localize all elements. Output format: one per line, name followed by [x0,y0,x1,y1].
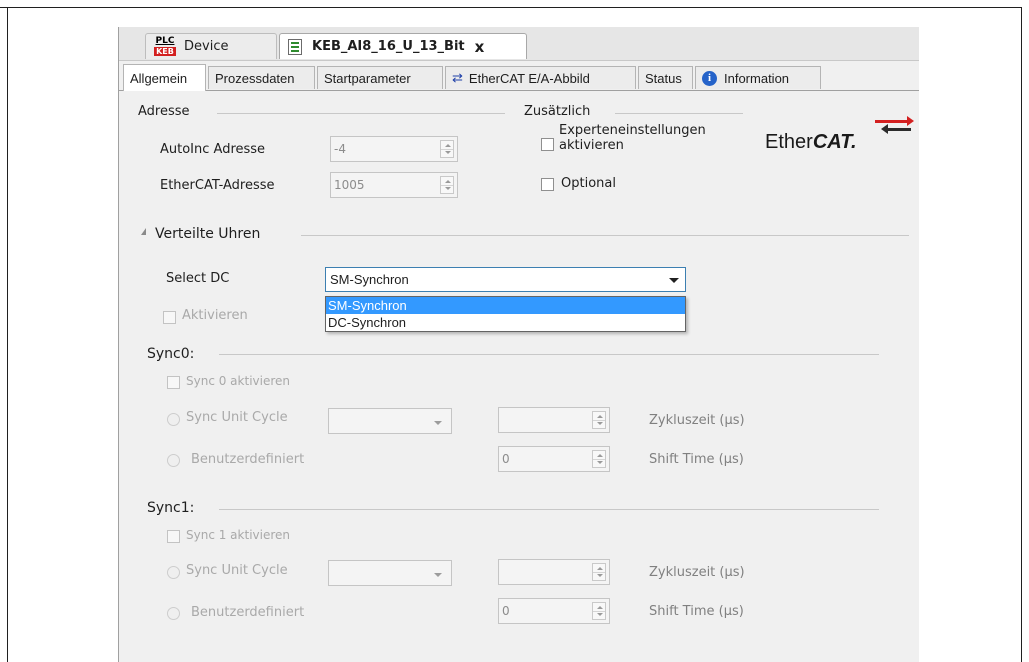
document-tab-bar: PLC KEB Device KEB_AI8_16_U_13_Bit x [119,27,919,61]
frame-left-border [7,7,8,662]
tab-prozessdaten-label: Prozessdaten [215,70,295,86]
tab-information[interactable]: i Information [695,66,821,89]
tab-information-label: Information [724,70,790,86]
ethercat-address-value: 1005 [334,178,365,192]
tab-allgemein[interactable]: Allgemein [123,64,206,91]
frame-right-border [1021,7,1022,662]
expert-settings-checkbox[interactable] [541,138,554,151]
collapse-triangle-icon[interactable] [141,228,146,235]
sync1-shift-time-field[interactable]: 0 [498,598,610,624]
sync0-unit-cycle-radio[interactable] [167,413,180,426]
plc-icon: PLC KEB [154,35,176,56]
additional-group-title: Zusätzlich [524,104,591,119]
bidirectional-arrows-icon: ⇄ [452,70,463,85]
dropdown-option-sm-synchron[interactable]: SM-Synchron [326,297,685,314]
dc-activate-label: Aktivieren [182,308,248,323]
sync1-cycle-time-label: Zykluszeit (µs) [649,565,745,580]
sync1-shift-time-label: Shift Time (µs) [649,604,744,619]
expert-settings-label: Experteneinstellungen aktivieren [559,123,706,153]
editor-tab-bar: Allgemein Prozessdaten Startparameter ⇄ … [119,64,919,91]
doc-tab-device-label: Device [184,39,229,54]
additional-group-line [615,113,743,114]
tab-prozessdaten[interactable]: Prozessdaten [208,66,315,89]
dc-activate-checkbox[interactable] [163,311,176,324]
device-document-icon [288,38,302,55]
chevron-down-icon[interactable] [669,278,679,283]
sync1-activate-checkbox[interactable] [167,530,180,543]
ethercat-logo: EtherCAT. [765,131,857,154]
ethercat-address-field[interactable]: 1005 [330,172,458,198]
autoinc-spin-buttons[interactable] [440,140,454,158]
select-dc-label: Select DC [166,271,230,286]
sync0-shift-time-label: Shift Time (µs) [649,452,744,467]
distributed-clocks-title: Verteilte Uhren [155,226,261,242]
sync1-user-defined-radio[interactable] [167,607,180,620]
tab-allgemein-label: Allgemein [130,70,188,86]
close-icon[interactable]: x [475,38,485,56]
frame-top-border [0,7,1022,8]
sync0-user-defined-label: Benutzerdefiniert [191,452,305,467]
address-group-line [217,113,505,114]
sync1-title: Sync1: [147,500,195,516]
sync0-unit-cycle-label: Sync Unit Cycle [186,410,288,425]
sync0-title: Sync0: [147,346,195,362]
ethercat-logo-arrow-right [875,116,914,126]
autoinc-address-field[interactable]: -4 [330,136,458,162]
sync0-group-line [219,354,879,355]
ethercat-address-label: EtherCAT-Adresse [160,178,275,193]
select-dc-combobox[interactable]: SM-Synchron [325,267,686,292]
sync1-cycle-time-spin-buttons[interactable] [592,563,606,581]
select-dc-dropdown-list: SM-Synchron DC-Synchron [325,296,686,332]
tab-status-label: Status [645,70,682,86]
tab-startparameter[interactable]: Startparameter [317,66,443,89]
sync1-shift-time-spin-buttons[interactable] [592,602,606,620]
expert-settings-label-line-1: Experteneinstellungen [559,123,706,138]
ethercat-spin-buttons[interactable] [440,176,454,194]
sync0-shift-time-spin-buttons[interactable] [592,450,606,468]
sync0-activate-checkbox[interactable] [167,376,180,389]
select-dc-value: SM-Synchron [330,272,409,287]
info-icon: i [702,70,717,86]
autoinc-address-value: -4 [334,142,346,156]
sync1-shift-time-value: 0 [502,604,510,618]
sync0-unit-cycle-combobox[interactable] [328,408,452,434]
doc-tab-device[interactable]: PLC KEB Device [145,33,277,59]
sync1-unit-cycle-combobox[interactable] [328,560,452,586]
tab-ethercat-io-mapping[interactable]: ⇄ EtherCAT E/A-Abbild [445,66,636,89]
sync1-unit-cycle-label: Sync Unit Cycle [186,563,288,578]
tab-status[interactable]: Status [638,66,693,89]
tab-ethercat-io-mapping-label: EtherCAT E/A-Abbild [468,70,590,86]
autoinc-address-label: AutoInc Adresse [160,142,266,157]
sync0-cycle-time-spin-buttons[interactable] [592,411,606,429]
dropdown-option-dc-synchron[interactable]: DC-Synchron [326,314,685,331]
optional-checkbox[interactable] [541,178,554,191]
sync0-user-defined-radio[interactable] [167,454,180,467]
ethercat-logo-arrow-left [881,124,911,134]
sync0-cycle-time-label: Zykluszeit (µs) [649,413,745,428]
sync0-cycle-time-field[interactable] [498,407,610,433]
optional-label: Optional [561,176,616,191]
sync0-shift-time-field[interactable]: 0 [498,446,610,472]
device-editor: PLC KEB Device KEB_AI8_16_U_13_Bit x All… [118,27,919,662]
doc-tab-keb-module-label: KEB_AI8_16_U_13_Bit [312,39,465,54]
ethercat-logo-text: Ether [765,131,813,153]
sync1-activate-label: Sync 1 aktivieren [186,528,291,542]
tab-startparameter-label: Startparameter [324,70,411,86]
sync1-user-defined-label: Benutzerdefiniert [191,605,305,620]
expert-settings-label-line-2: aktivieren [559,138,624,153]
distributed-clocks-line [301,235,909,236]
address-group-title: Adresse [138,104,190,119]
sync0-shift-time-value: 0 [502,452,510,466]
ethercat-logo-text-bold: CAT. [812,131,857,153]
sync1-cycle-time-field[interactable] [498,559,610,585]
sync1-unit-cycle-radio[interactable] [167,566,180,579]
sync1-group-line [219,509,879,510]
doc-tab-keb-module[interactable]: KEB_AI8_16_U_13_Bit x [279,33,527,59]
sync0-activate-label: Sync 0 aktivieren [186,374,291,388]
